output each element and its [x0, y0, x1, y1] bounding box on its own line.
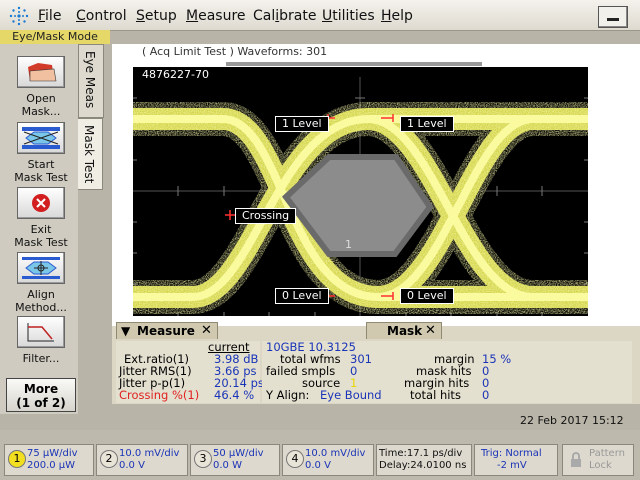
menu-setup[interactable]: Setup [136, 8, 177, 24]
menu-bar: File Control Setup Measure Calibrate Uti… [0, 0, 640, 31]
pattern-lock-button[interactable]: Pattern Lock [562, 444, 634, 476]
zero-level-label-left: 0 Level [275, 288, 329, 304]
y-align-value: Eye Bound [320, 388, 382, 402]
open-mask-button[interactable]: Open Mask... [6, 56, 76, 118]
menu-file[interactable]: File [38, 8, 61, 24]
menu-control[interactable]: Control [76, 8, 127, 24]
zero-level-label-right: 0 Level [400, 288, 454, 304]
collapse-triangle-icon[interactable]: ▼ [121, 324, 130, 338]
channel-1-indicator: 1 [8, 450, 26, 468]
minimize-button[interactable] [598, 6, 628, 28]
align-method-button[interactable]: Align Method... [6, 252, 76, 314]
crossing-label: Crossing [235, 208, 297, 224]
measure-name-crossing: Crossing %(1) [119, 388, 200, 402]
close-measure-icon[interactable]: ✕ [201, 323, 212, 338]
one-level-label-left: 1 Level [275, 116, 329, 132]
menu-utilities[interactable]: Utilities [322, 8, 375, 24]
channel-4-indicator: 4 [286, 450, 304, 468]
channel-3-indicator: 3 [194, 450, 212, 468]
minimize-icon [607, 18, 619, 21]
menu-measure[interactable]: Measure [186, 8, 246, 24]
channel-3-setup[interactable]: 3 50 µW/div 0.0 W [190, 444, 280, 476]
filter-button[interactable]: Filter... [6, 316, 76, 365]
open-folder-icon [17, 56, 65, 88]
align-eye-icon [17, 252, 65, 284]
agilent-logo-icon [9, 6, 29, 26]
menu-calibrate[interactable]: Calibrate [253, 8, 316, 24]
eye-diagram-display[interactable]: 4876227-70 1 Level 1 Level Crossing 0 Le… [122, 67, 599, 316]
mask-eye-icon [17, 122, 65, 154]
trigger-setup[interactable]: Trig: Normal -2 mV [474, 444, 558, 476]
menu-help[interactable]: Help [381, 8, 413, 24]
tab-eye-meas[interactable]: Eye Meas [78, 44, 104, 118]
stop-icon [17, 187, 65, 219]
more-button[interactable]: More (1 of 2) [6, 378, 76, 412]
timebase-setup[interactable]: Time:17.1 ps/div Delay:24.0100 ns [376, 444, 472, 476]
lock-icon [571, 452, 581, 467]
total-hits-value: 0 [482, 388, 490, 402]
acquisition-status: ( Acq Limit Test ) Waveforms: 301 [142, 45, 328, 58]
channel-2-setup[interactable]: 2 10.0 mV/div 0.0 V [96, 444, 188, 476]
waveform-identifier: 4876227-70 [142, 68, 209, 81]
close-mask-icon[interactable]: ✕ [425, 323, 436, 338]
measure-panel-header[interactable]: ▼ Measure ✕ [116, 322, 218, 339]
channel-2-indicator: 2 [100, 450, 118, 468]
mask-panel-header[interactable]: Mask ✕ [366, 322, 442, 339]
tab-mask-test[interactable]: Mask Test [78, 118, 103, 190]
exit-mask-test-button[interactable]: Exit Mask Test [6, 187, 76, 249]
eye-diagram-plot [122, 67, 599, 316]
one-level-label-right: 1 Level [400, 116, 454, 132]
mask-results-table: 10GBE 10.3125 total wfms 301 failed smpl… [262, 341, 632, 403]
measure-value-crossing: 46.4 % [214, 388, 255, 402]
channel-4-setup[interactable]: 4 10.0 mV/div 0.0 V [282, 444, 374, 476]
measurement-table: current Ext.ratio(1) 3.98 dB Jitter RMS(… [116, 341, 264, 403]
channel-1-setup[interactable]: 1 75 µW/div 200.0 µW [4, 444, 94, 476]
acquisition-progress-bar [226, 62, 482, 66]
mask-region-number: 1 [345, 238, 352, 251]
mask-test-toolbar: Open Mask... Start Mask Test Exit Mask T… [0, 44, 78, 414]
mode-title: Eye/Mask Mode [0, 30, 110, 44]
filter-response-icon [17, 316, 65, 348]
start-mask-test-button[interactable]: Start Mask Test [6, 122, 76, 184]
date-time: 22 Feb 2017 15:12 [520, 414, 624, 427]
